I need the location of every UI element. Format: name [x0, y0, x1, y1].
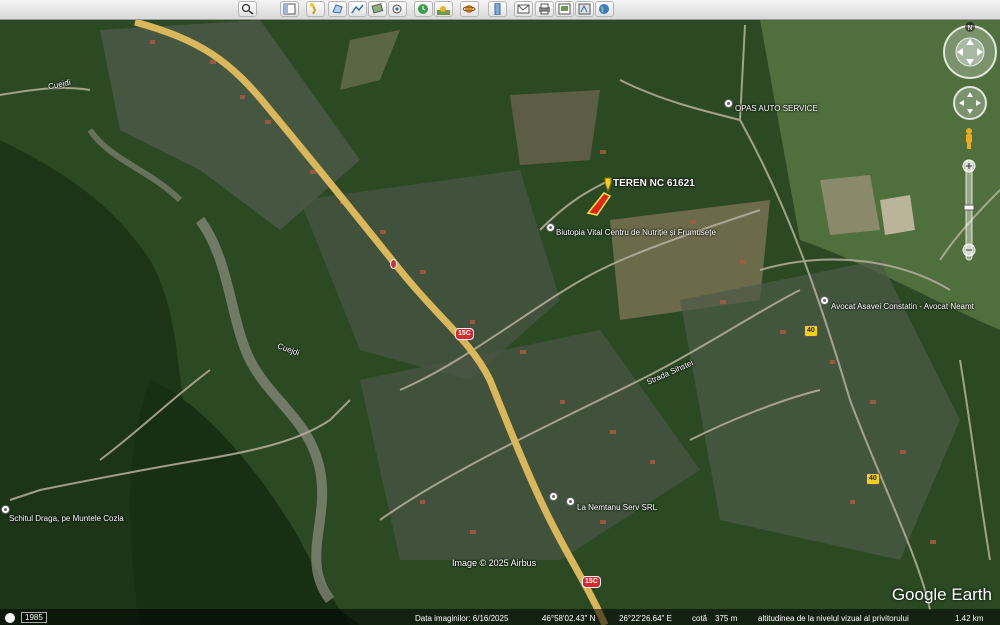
print-icon	[539, 3, 550, 15]
satellite-map[interactable]	[0, 0, 1000, 625]
overlay-icon	[371, 3, 384, 14]
eye-altitude-value: 1.42 km	[955, 614, 984, 623]
save-image-button[interactable]	[555, 1, 574, 17]
poi-schitul-icon[interactable]	[1, 505, 10, 514]
navigation-controls: N	[943, 22, 997, 261]
label-biutopia[interactable]: Biutopia Vital Centru de Nutriție și Fru…	[556, 228, 716, 237]
poi-bus-icon[interactable]	[549, 492, 558, 501]
road-shield-15c: 15C	[582, 576, 601, 588]
imagery-date: Data imaginilor: 6/16/2025	[415, 614, 509, 623]
eye-altitude-label: altitudinea de la nivelul vizual al priv…	[758, 614, 909, 623]
label-opas[interactable]: OPAS AUTO SERVICE	[735, 104, 818, 113]
path-button[interactable]	[348, 1, 367, 17]
longitude: 26°22'26.64" E	[619, 614, 672, 623]
search-button[interactable]	[238, 1, 257, 17]
globe-button[interactable]	[595, 1, 614, 17]
placemark-button[interactable]	[306, 1, 325, 17]
planets-button[interactable]	[460, 1, 479, 17]
poi-biutopia-icon[interactable]	[546, 223, 555, 232]
imagery-year[interactable]: 1985	[21, 612, 47, 623]
poi-opas-icon[interactable]	[724, 99, 733, 108]
status-bar: 1985 Data imaginilor: 6/16/2025 46°58'02…	[0, 609, 1000, 625]
svg-text:N: N	[967, 25, 972, 32]
tour-icon	[392, 4, 402, 14]
label-nemtanu[interactable]: La Nemtanu Serv SRL	[577, 503, 657, 512]
zoom-thumb	[963, 204, 975, 211]
google-earth-logo: Google Earth	[891, 585, 992, 604]
sidebar-button[interactable]	[280, 1, 299, 17]
road-shield-40: 40	[866, 473, 880, 485]
map-view-button[interactable]	[575, 1, 594, 17]
poi-nemtanu-icon[interactable]	[566, 497, 575, 506]
latitude: 46°58'02.43" N	[542, 614, 596, 623]
sidebar-icon	[283, 3, 296, 15]
north-indicator[interactable]: N	[965, 22, 975, 32]
overlay-button[interactable]	[368, 1, 387, 17]
polygon-icon	[332, 4, 343, 14]
save-image-icon	[558, 3, 571, 15]
poi-pink-icon[interactable]	[390, 259, 397, 269]
print-button[interactable]	[535, 1, 554, 17]
road-shield-15c: 15C	[455, 328, 474, 340]
polygon-button[interactable]	[328, 1, 347, 17]
history-button[interactable]	[414, 1, 433, 17]
elevation-label: cotă	[692, 614, 708, 623]
historical-imagery-icon[interactable]	[5, 613, 15, 623]
sunlight-icon	[437, 6, 450, 15]
label-avocat[interactable]: Avocat Asavei Constatin - Avocat Neamt	[831, 302, 974, 311]
zoom-slider[interactable]	[962, 159, 976, 261]
ruler-icon	[494, 3, 501, 15]
image-credit: Image © 2025 Airbus	[452, 558, 537, 568]
globe-icon	[599, 4, 609, 14]
tour-button[interactable]	[388, 1, 407, 17]
search-icon	[241, 3, 254, 15]
path-icon	[351, 4, 364, 14]
pegman-icon[interactable]	[966, 128, 972, 149]
road-shield-40: 40	[804, 325, 818, 337]
toolbar	[0, 0, 1000, 20]
poi-avocat-icon[interactable]	[820, 296, 829, 305]
look-joystick[interactable]	[943, 25, 997, 79]
placemark-icon	[310, 3, 317, 15]
move-joystick[interactable]	[953, 86, 987, 120]
label-schitul[interactable]: Schitul Draga, pe Muntele Cozla	[9, 514, 124, 523]
history-icon	[418, 4, 428, 14]
email-button[interactable]	[514, 1, 533, 17]
label-teren[interactable]: TEREN NC 61621	[613, 178, 695, 189]
email-icon	[517, 4, 530, 14]
planets-icon	[463, 5, 476, 13]
map-view-icon	[578, 3, 591, 15]
elevation-value: 375 m	[715, 614, 738, 623]
ruler-button[interactable]	[488, 1, 507, 17]
sunlight-button[interactable]	[434, 1, 453, 17]
